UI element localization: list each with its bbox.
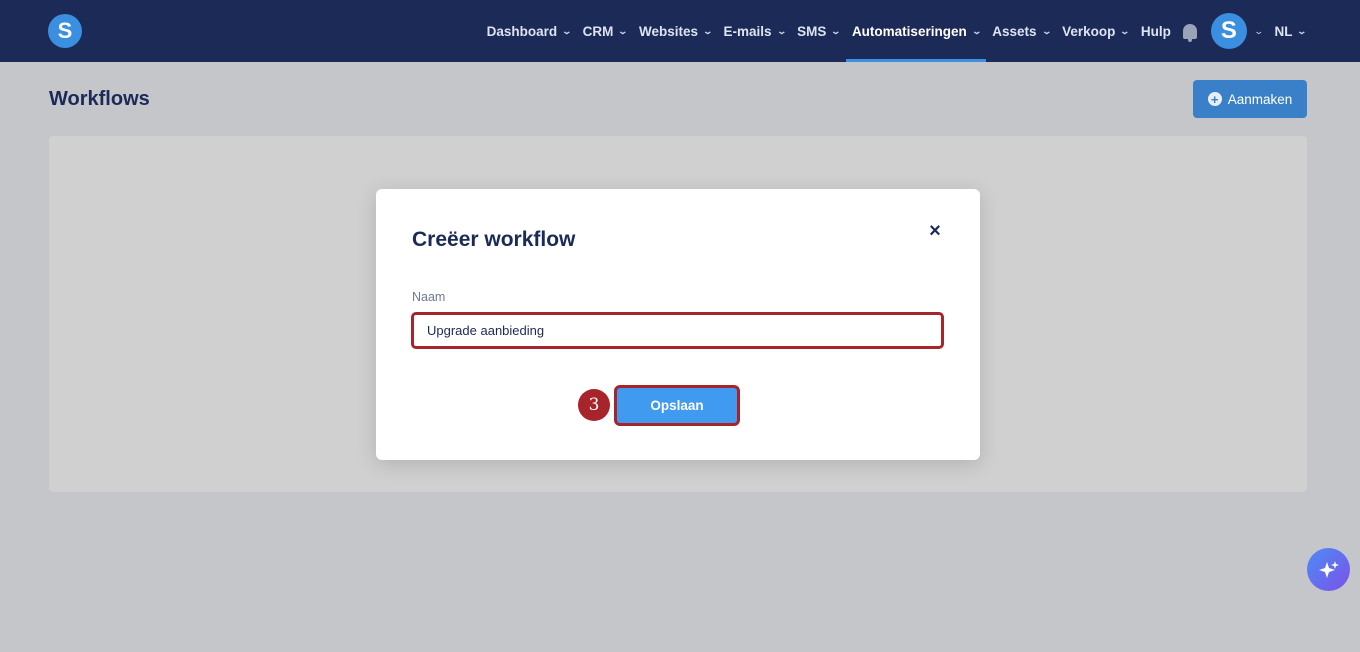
nav-item-hulp[interactable]: Hulp xyxy=(1135,0,1177,62)
bell-icon xyxy=(1182,23,1197,42)
chevron-down-icon: ⌄ xyxy=(617,25,629,36)
nav-label: CRM xyxy=(582,23,614,39)
chevron-down-icon: ⌄ xyxy=(1296,25,1308,36)
plus-circle-icon: + xyxy=(1207,92,1222,106)
create-button[interactable]: + Aanmaken xyxy=(1193,80,1307,118)
nav-label: Websites xyxy=(638,23,698,39)
sparkle-icon xyxy=(1318,560,1339,578)
nav-item-sms[interactable]: SMS ⌄ xyxy=(791,0,846,62)
step-badge: 3 xyxy=(578,389,610,421)
close-icon[interactable]: × xyxy=(925,220,945,242)
name-input[interactable] xyxy=(411,312,944,349)
nav-item-emails[interactable]: E-mails ⌄ xyxy=(718,0,792,62)
chevron-down-icon: ⌄ xyxy=(561,25,573,36)
ai-assistant-button[interactable] xyxy=(1307,548,1350,591)
nav-label: Automatiseringen xyxy=(851,23,967,39)
chevron-down-icon: ⌄ xyxy=(1119,25,1131,36)
modal-title: Creëer workflow xyxy=(412,228,576,251)
user-menu[interactable]: S ⌄ xyxy=(1207,0,1269,62)
nav-label: Assets xyxy=(992,23,1037,39)
notifications-button[interactable] xyxy=(1177,0,1207,62)
nav-item-verkoop[interactable]: Verkoop ⌄ xyxy=(1056,0,1135,62)
nav-item-crm[interactable]: CRM ⌄ xyxy=(577,0,633,62)
app-logo[interactable]: S xyxy=(48,14,82,48)
chevron-down-icon: ⌄ xyxy=(776,25,787,36)
chevron-down-icon: ⌄ xyxy=(830,25,842,36)
nav-label: Hulp xyxy=(1140,23,1171,39)
avatar: S xyxy=(1210,13,1247,49)
nav-item-websites[interactable]: Websites ⌄ xyxy=(633,0,718,62)
nav-label: Dashboard xyxy=(486,23,558,39)
name-field-label: Naam xyxy=(412,290,446,304)
main-nav: Dashboard ⌄ CRM ⌄ Websites ⌄ E-mails ⌄ SMS ⌄ … xyxy=(481,0,1312,62)
page-title: Workflows xyxy=(49,88,150,110)
save-button[interactable]: Opslaan xyxy=(614,385,740,426)
language-label: NL xyxy=(1274,23,1293,39)
chevron-down-icon: ⌄ xyxy=(1041,25,1052,36)
nav-item-dashboard[interactable]: Dashboard ⌄ xyxy=(481,0,577,62)
nav-item-automatiseringen[interactable]: Automatiseringen ⌄ xyxy=(845,0,987,62)
nav-label: E-mails xyxy=(723,23,772,39)
chevron-down-icon: ⌄ xyxy=(1253,25,1264,36)
nav-label: SMS xyxy=(797,23,827,39)
create-workflow-modal: Creëer workflow × Naam 3 Opslaan xyxy=(376,189,980,460)
language-selector[interactable]: NL ⌄ xyxy=(1268,0,1312,62)
create-button-label: Aanmaken xyxy=(1227,91,1293,107)
chevron-down-icon: ⌄ xyxy=(702,25,714,36)
top-navigation-bar: S Dashboard ⌄ CRM ⌄ Websites ⌄ E-mails ⌄ SMS… xyxy=(0,0,1360,62)
nav-label: Verkoop xyxy=(1062,23,1116,39)
chevron-down-icon: ⌄ xyxy=(971,25,982,36)
nav-item-assets[interactable]: Assets ⌄ xyxy=(986,0,1056,62)
